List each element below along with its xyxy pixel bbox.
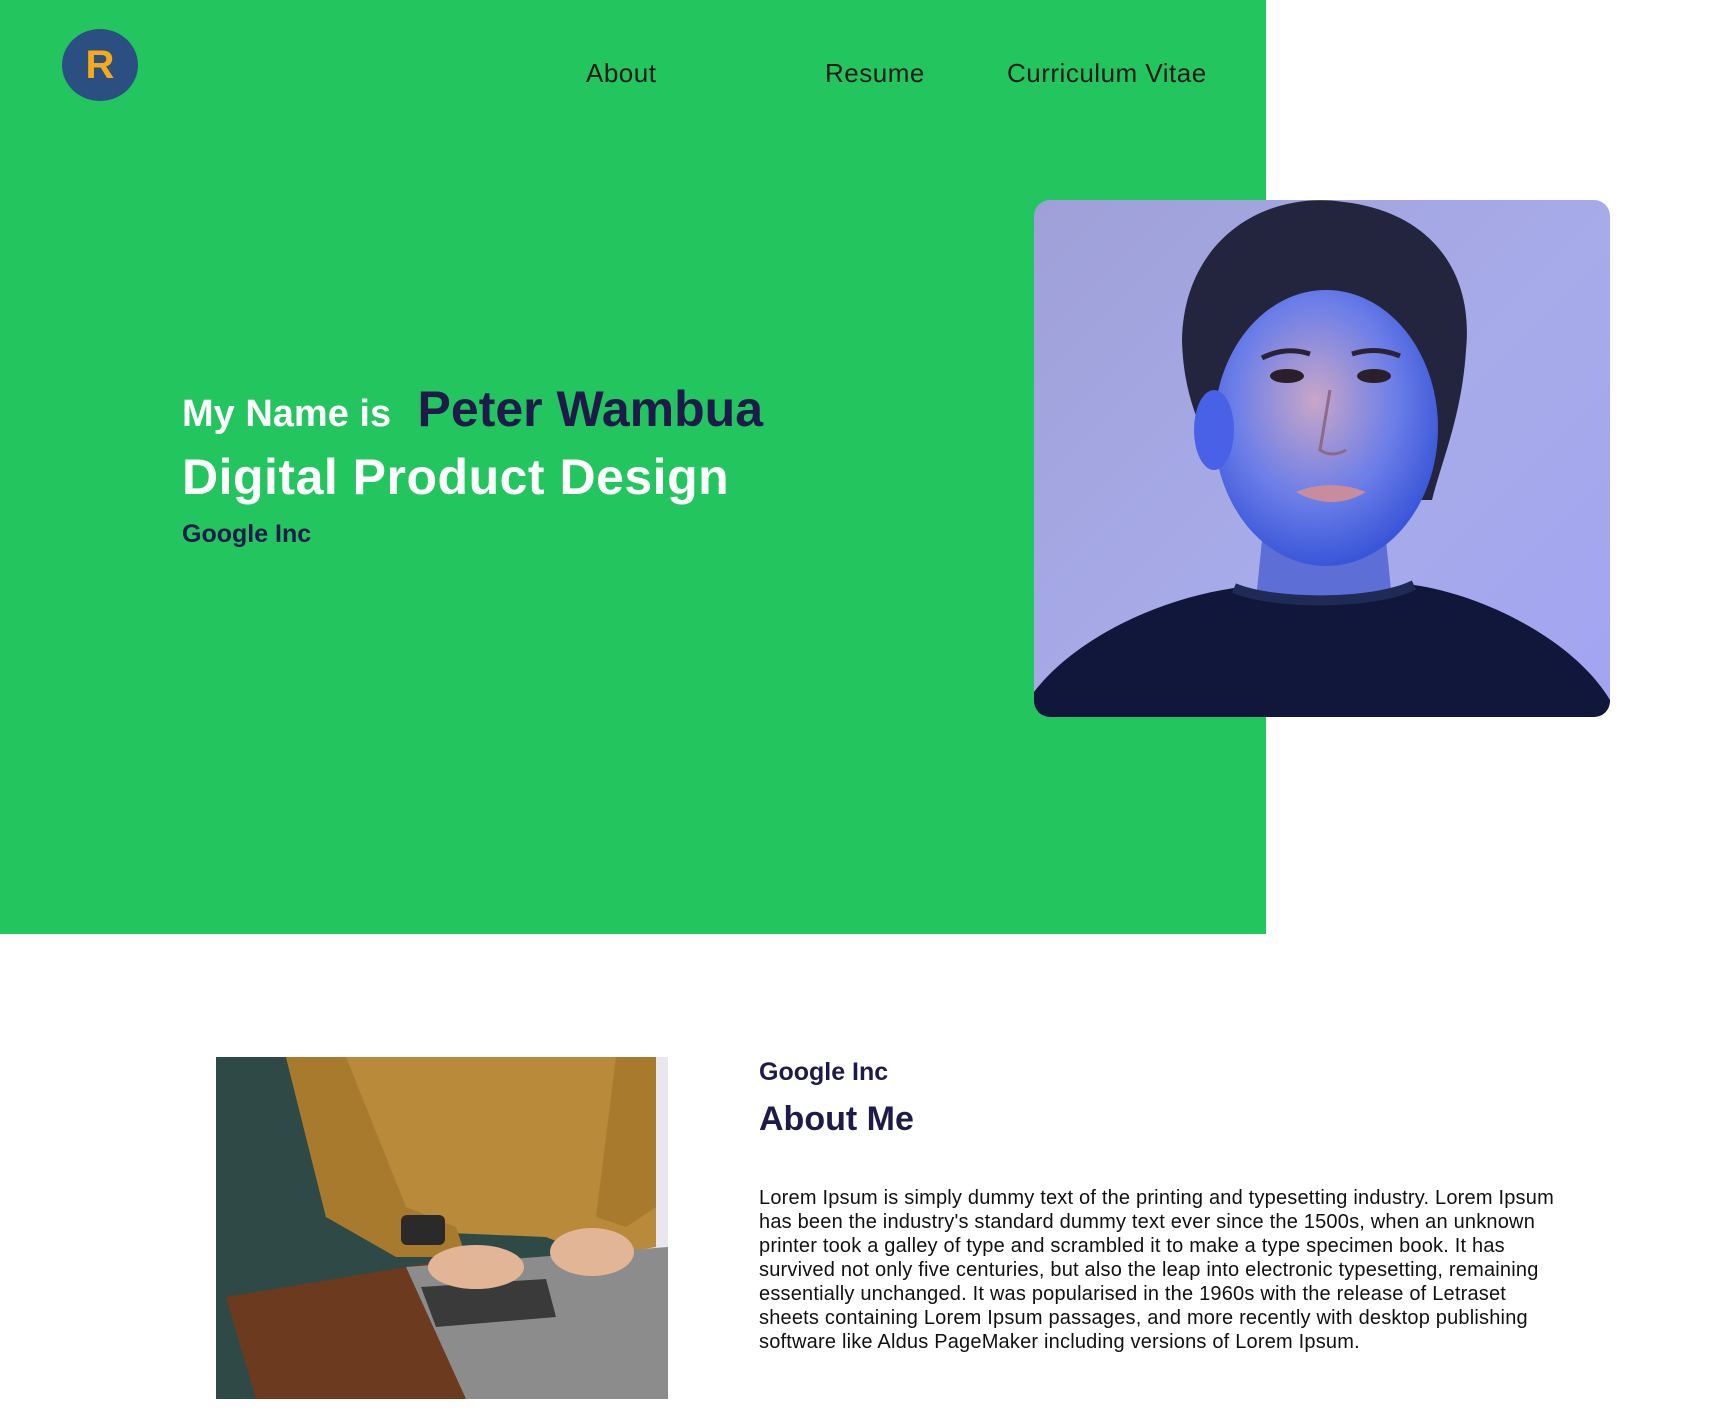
nav-link-about[interactable]: About [586,58,656,89]
logo-letter: R [85,43,115,87]
about-photo-illustration [216,1057,668,1399]
about-body-text: Lorem Ipsum is simply dummy text of the … [759,1187,1554,1353]
site-logo[interactable]: R [62,29,138,101]
hero-intro-prefix: My Name is [182,393,392,435]
profile-photo [1034,200,1610,717]
about-company: Google Inc [759,1058,889,1086]
hero-title: Digital Product Design [182,449,730,505]
about-heading: About Me [759,1100,914,1138]
hero-intro: My Name is Peter Wambua [182,380,763,438]
hero-company: Google Inc [182,520,312,548]
profile-photo-illustration [1034,200,1610,717]
hero-name: Peter Wambua [417,381,764,437]
about-photo [216,1057,668,1399]
nav-link-resume[interactable]: Resume [825,58,925,89]
portfolio-page: R About Resume Curriculum Vitae My Name … [0,0,1728,1425]
nav-link-curriculum-vitae[interactable]: Curriculum Vitae [1007,58,1207,89]
